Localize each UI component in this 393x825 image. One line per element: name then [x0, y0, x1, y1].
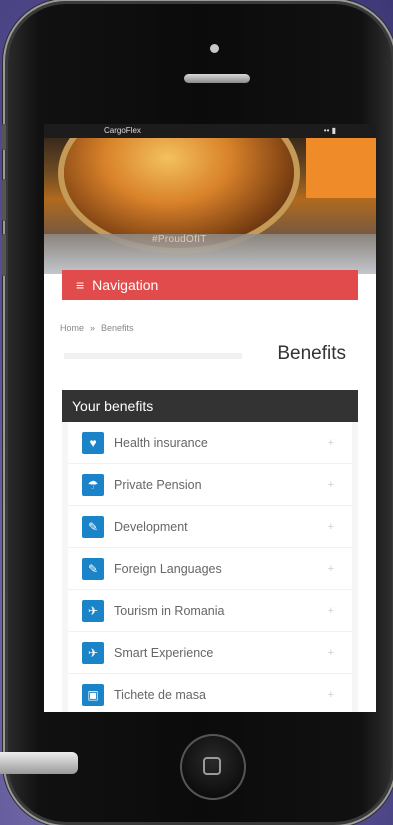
- front-camera: [210, 44, 219, 53]
- benefit-label: Health insurance: [114, 435, 208, 450]
- heart-icon: ♥: [82, 431, 104, 454]
- expand-plus-icon[interactable]: +: [328, 647, 334, 659]
- charging-cable: [0, 752, 78, 774]
- search-placeholder-bar: [64, 353, 242, 359]
- umbrella-icon: ☂: [82, 473, 104, 496]
- hero-banner: #ProudOfIT: [44, 138, 376, 274]
- breadcrumb-home[interactable]: Home: [60, 323, 84, 333]
- phone-screen: CargoFlex •• ▮ #ProudOfIT ≡ Navigation H…: [44, 124, 376, 712]
- benefit-label: Smart Experience: [114, 645, 214, 660]
- list-item[interactable]: ✎ Foreign Languages +: [68, 548, 352, 590]
- navigation-label[interactable]: Navigation: [92, 270, 158, 300]
- list-item[interactable]: ▣ Tichete de masa +: [68, 674, 352, 712]
- expand-plus-icon[interactable]: +: [328, 437, 334, 449]
- hamburger-icon[interactable]: ≡: [76, 270, 84, 300]
- plane-icon: ✈: [82, 599, 104, 622]
- breadcrumb-separator: »: [90, 323, 96, 333]
- earpiece-speaker: [184, 74, 250, 83]
- expand-plus-icon[interactable]: +: [328, 563, 334, 575]
- expand-plus-icon[interactable]: +: [328, 689, 334, 701]
- status-bar: CargoFlex •• ▮: [44, 124, 376, 138]
- hero-orange-shape: [306, 138, 376, 198]
- expand-plus-icon[interactable]: +: [328, 521, 334, 533]
- hero-ground: [44, 234, 376, 274]
- volume-down-button: [2, 234, 6, 276]
- benefit-label: Foreign Languages: [114, 561, 222, 576]
- benefit-label: Tichete de masa: [114, 687, 206, 702]
- hero-caption: #ProudOfIT: [152, 234, 207, 245]
- benefit-label: Development: [114, 519, 188, 534]
- benefit-label: Private Pension: [114, 477, 202, 492]
- basket-icon: ▣: [82, 683, 104, 706]
- benefits-card-header: Your benefits: [62, 390, 358, 422]
- home-button[interactable]: [180, 734, 246, 800]
- expand-plus-icon[interactable]: +: [328, 479, 334, 491]
- list-item[interactable]: ✈ Smart Experience +: [68, 632, 352, 674]
- benefit-list: ♥ Health insurance + ☂ Private Pension +…: [68, 422, 352, 712]
- breadcrumb-current: Benefits: [101, 323, 134, 333]
- list-item[interactable]: ♥ Health insurance +: [68, 422, 352, 464]
- mute-switch: [2, 124, 6, 150]
- breadcrumb: Home » Benefits: [60, 323, 134, 333]
- home-square-icon: [203, 757, 221, 775]
- pencil-icon: ✎: [82, 515, 104, 538]
- list-item[interactable]: ✎ Development +: [68, 506, 352, 548]
- pencil-icon: ✎: [82, 557, 104, 580]
- benefits-card: Your benefits ♥ Health insurance + ☂ Pri…: [62, 390, 358, 712]
- navigation-bar[interactable]: ≡ Navigation: [62, 270, 358, 300]
- status-right: •• ▮: [323, 126, 336, 135]
- status-left: CargoFlex: [104, 126, 141, 135]
- expand-plus-icon[interactable]: +: [328, 605, 334, 617]
- page-title: Benefits: [277, 343, 346, 364]
- benefit-label: Tourism in Romania: [114, 603, 225, 618]
- volume-up-button: [2, 179, 6, 221]
- list-item[interactable]: ✈ Tourism in Romania +: [68, 590, 352, 632]
- list-item[interactable]: ☂ Private Pension +: [68, 464, 352, 506]
- plane-icon: ✈: [82, 641, 104, 664]
- helmet-visor-image: [64, 138, 294, 248]
